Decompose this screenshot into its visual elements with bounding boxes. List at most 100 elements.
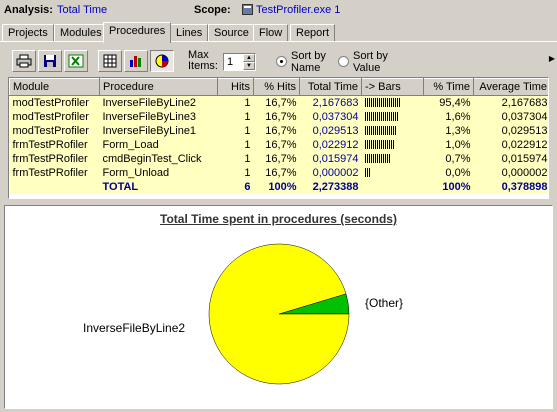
cell-module: frmTestPRofiler xyxy=(9,165,100,180)
bar-graph xyxy=(364,168,371,178)
export-excel-icon xyxy=(68,54,84,68)
col-procedure[interactable]: Procedure xyxy=(99,78,218,96)
cell-procedure: InverseFileByLine3 xyxy=(99,109,218,124)
max-items-label-line2: Items: xyxy=(188,60,218,72)
sort-by-name-label2: Name xyxy=(291,62,321,74)
col-module[interactable]: Module xyxy=(9,78,100,96)
cell-avg-time: 0,015974 xyxy=(473,151,548,166)
pie-chart-button[interactable] xyxy=(150,50,174,72)
cell-procedure: cmdBeginTest_Click xyxy=(99,151,218,166)
cell-pct-hits: 16,7% xyxy=(253,95,300,110)
cell-module: frmTestPRofiler xyxy=(9,137,100,152)
tab-lines[interactable]: Lines xyxy=(170,24,209,42)
print-icon xyxy=(16,54,32,68)
cell-pct-hits: 100% xyxy=(253,179,300,194)
cell-procedure: InverseFileByLine2 xyxy=(99,95,218,110)
max-items-input[interactable] xyxy=(225,55,243,69)
cell-bars xyxy=(361,151,424,166)
cell-pct-time: 1,3% xyxy=(423,123,474,138)
cell-total-time: 0,022912 xyxy=(299,137,362,152)
bar-chart-icon xyxy=(130,56,141,67)
analysis-label: Analysis: xyxy=(4,4,53,16)
bar-chart-button[interactable] xyxy=(124,50,148,72)
save-button[interactable] xyxy=(38,50,62,72)
cell-procedure: Form_Unload xyxy=(99,165,218,180)
cell-avg-time: 2,167683 xyxy=(473,95,548,110)
cell-hits: 1 xyxy=(217,151,254,166)
cell-pct-time: 1,0% xyxy=(423,137,474,152)
bar-graph xyxy=(364,126,397,136)
exe-icon xyxy=(242,4,253,15)
cell-procedure: TOTAL xyxy=(99,179,218,194)
tab-source[interactable]: Source xyxy=(208,24,255,42)
save-icon xyxy=(44,55,56,67)
cell-bars xyxy=(361,137,424,152)
view-tabs: Projects Modules Procedures Lines Source… xyxy=(0,22,557,43)
tab-procedures[interactable]: Procedures xyxy=(103,22,172,43)
tab-projects[interactable]: Projects xyxy=(2,24,54,42)
table-row[interactable]: frmTestPRofiler Form_Load 1 16,7% 0,022912 1,… xyxy=(9,137,548,152)
cell-pct-time: 0,0% xyxy=(423,165,474,180)
cell-module: modTestProfiler xyxy=(9,123,100,138)
scope-value[interactable]: TestProfiler.exe 1 xyxy=(256,4,340,16)
cell-total-time: 0,015974 xyxy=(299,151,362,166)
pie-label-main: InverseFileByLine2 xyxy=(83,321,186,335)
radio-selected-icon xyxy=(276,56,287,67)
cell-hits: 1 xyxy=(217,137,254,152)
table-row[interactable]: modTestProfiler InverseFileByLine1 1 16,7% 0… xyxy=(9,123,548,138)
table-row[interactable]: frmTestPRofiler cmdBeginTest_Click 1 16,7% 0… xyxy=(9,151,548,166)
tab-flow[interactable]: Flow xyxy=(253,24,289,42)
cell-procedure: Form_Load xyxy=(99,137,218,152)
procedures-table: Module Procedure Hits % Hits Total Time … xyxy=(8,77,549,199)
chevron-right-icon[interactable]: ▶ xyxy=(549,54,555,63)
cell-module: frmTestPRofiler xyxy=(9,151,100,166)
table-view-icon xyxy=(103,54,117,68)
table-row[interactable]: frmTestPRofiler Form_Unload 1 16,7% 0,000002… xyxy=(9,165,548,180)
col-avg-time[interactable]: Average Time xyxy=(473,78,548,96)
pie-slice-main[interactable] xyxy=(208,243,350,385)
cell-total-time: 0,037304 xyxy=(299,109,362,124)
cell-avg-time: 0,037304 xyxy=(473,109,548,124)
table-row[interactable]: modTestProfiler InverseFileByLine3 1 16,7% 0… xyxy=(9,109,548,124)
max-items-stepper[interactable]: ▲ ▼ xyxy=(223,53,256,71)
cell-pct-hits: 16,7% xyxy=(253,137,300,152)
col-bars[interactable]: -> Bars xyxy=(361,78,424,96)
col-pct-time[interactable]: % Time xyxy=(423,78,474,96)
cell-avg-time: 0,029513 xyxy=(473,123,548,138)
cell-avg-time: 0,378898 xyxy=(473,179,548,194)
cell-bars xyxy=(361,95,424,110)
cell-total-time: 0,029513 xyxy=(299,123,362,138)
tab-report[interactable]: Report xyxy=(290,24,336,42)
radio-unselected-icon xyxy=(338,56,349,67)
tab-modules[interactable]: Modules xyxy=(54,24,108,42)
col-total-time[interactable]: Total Time xyxy=(299,78,362,96)
stepper-up-icon[interactable]: ▲ xyxy=(243,54,255,62)
cell-avg-time: 0,022912 xyxy=(473,137,548,152)
pie-chart-icon xyxy=(155,54,169,68)
cell-module: modTestProfiler xyxy=(9,109,100,124)
col-pct-hits[interactable]: % Hits xyxy=(253,78,300,96)
table-row[interactable]: modTestProfiler InverseFileByLine2 1 16,7% 2… xyxy=(9,95,548,110)
cell-bars xyxy=(361,109,424,124)
sort-by-value-label1: Sort by xyxy=(353,50,388,62)
cell-bars xyxy=(361,179,424,194)
cell-pct-hits: 16,7% xyxy=(253,123,300,138)
tabs-divider xyxy=(0,41,557,42)
cell-total-time: 2,167683 xyxy=(299,95,362,110)
cell-hits: 1 xyxy=(217,95,254,110)
bar-graph xyxy=(364,140,395,150)
bar-graph xyxy=(364,154,391,164)
table-total-row[interactable]: TOTAL 6 100% 2,273388 100% 0,378898 xyxy=(9,179,548,194)
col-hits[interactable]: Hits xyxy=(217,78,254,96)
table-view-button[interactable] xyxy=(98,50,122,72)
analysis-header: Analysis: Total Time Scope: TestProfiler… xyxy=(0,0,557,22)
cell-pct-time: 95,4% xyxy=(423,95,474,110)
scope-label: Scope: xyxy=(194,4,231,16)
cell-avg-time: 0,000002 xyxy=(473,165,548,180)
cell-bars xyxy=(361,165,424,180)
sort-by-value-label2: Value xyxy=(353,62,381,74)
stepper-down-icon[interactable]: ▼ xyxy=(243,62,255,70)
export-excel-button[interactable] xyxy=(64,50,88,72)
cell-pct-hits: 16,7% xyxy=(253,151,300,166)
print-button[interactable] xyxy=(12,50,36,72)
